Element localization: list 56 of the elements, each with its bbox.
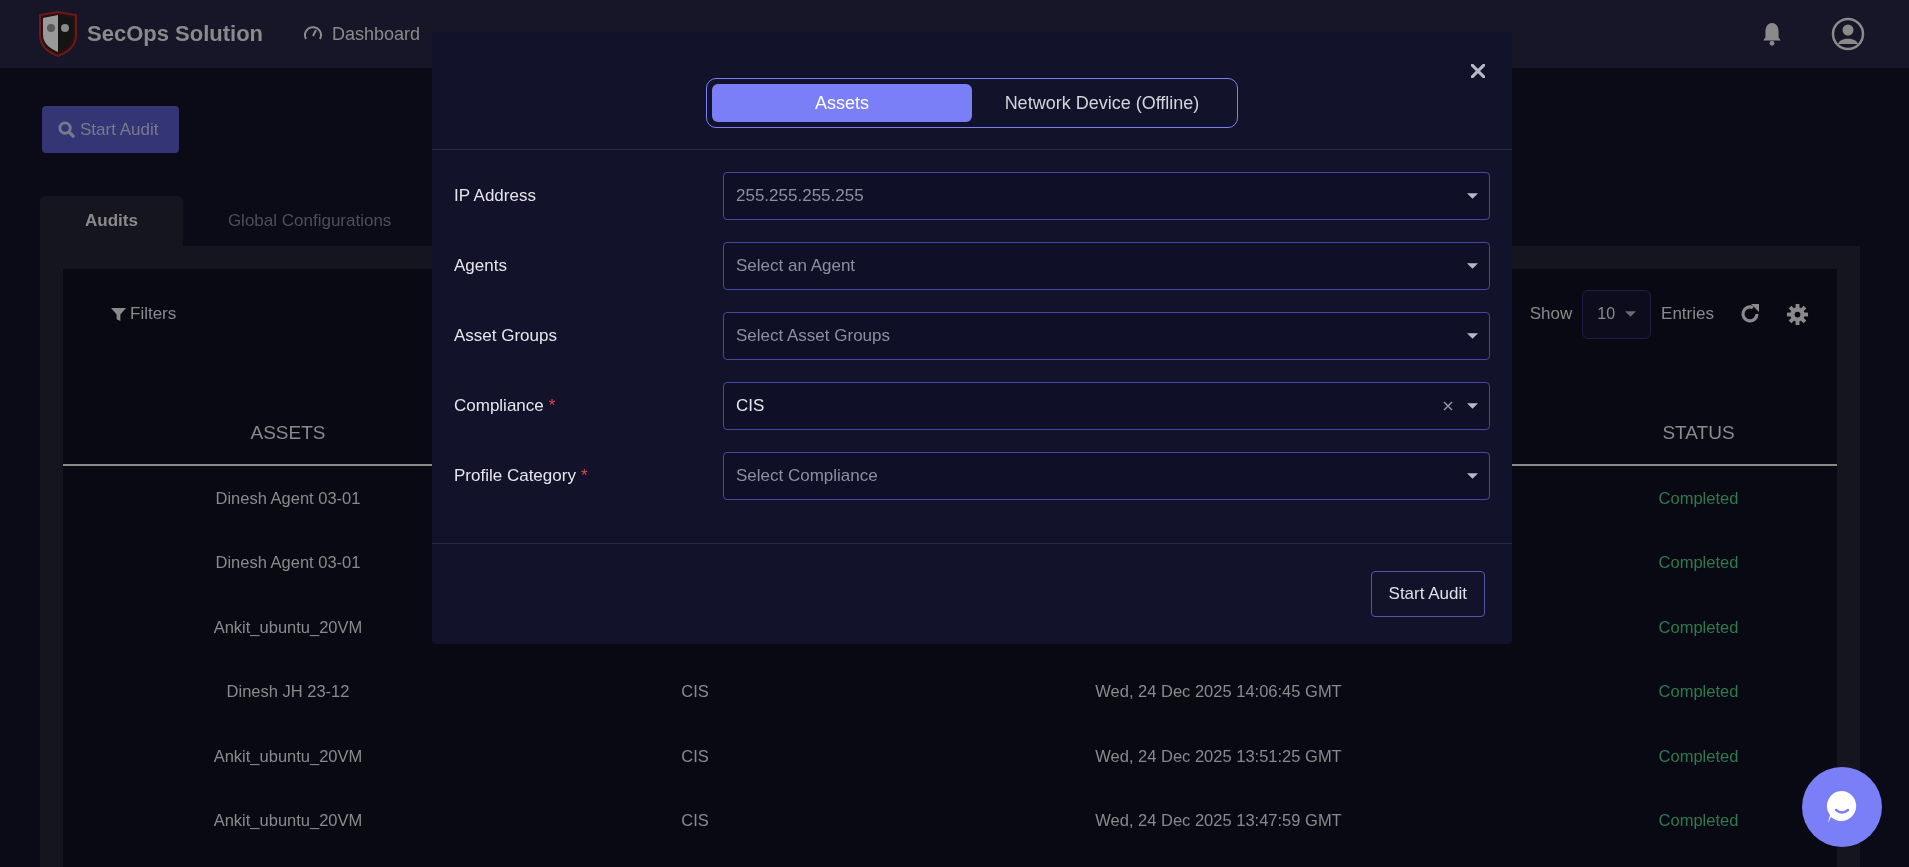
bell-icon[interactable] <box>1761 22 1783 46</box>
status-text: Completed <box>1658 553 1739 572</box>
select-field[interactable]: Select an Agent <box>723 242 1490 290</box>
column-header: ASSETS <box>250 422 326 443</box>
caret-icon <box>1467 333 1478 339</box>
table-cell: Wed, 24 Dec 2025 13:47:59 GMT <box>1095 811 1342 830</box>
start-audit-button[interactable]: Start Audit <box>1370 571 1485 617</box>
select-field[interactable]: Select Asset Groups <box>723 312 1490 360</box>
show-label: Show <box>1529 304 1573 324</box>
table-cell: Dinesh JH 23-12 <box>226 682 350 701</box>
select-field[interactable]: CIS <box>723 382 1490 430</box>
table-cell: Wed, 24 Dec 2025 14:06:45 GMT <box>1095 682 1342 701</box>
field-label: Profile Category <box>454 466 576 486</box>
toggle-option[interactable]: Network Device (Offline) <box>972 84 1232 122</box>
search-icon <box>58 121 75 138</box>
select-field[interactable]: 255.255.255.255 <box>723 172 1490 220</box>
table-cell: CIS <box>681 682 709 701</box>
page-size-select[interactable]: 10 <box>1582 289 1652 339</box>
caret-icon <box>1467 473 1478 479</box>
field-label: Agents <box>454 256 507 276</box>
nav-link[interactable]: Dashboard <box>303 23 421 45</box>
caret-icon <box>1467 193 1478 199</box>
status-text: Completed <box>1658 746 1739 765</box>
field-label: Compliance <box>454 396 544 416</box>
filters-button[interactable]: Filters <box>105 303 183 325</box>
column-header: STATUS <box>1662 422 1735 443</box>
table-cell: Dinesh Agent 03-01 <box>215 488 361 507</box>
table-cell: Ankit_ubuntu_20VM <box>213 811 363 830</box>
status-text: Completed <box>1658 617 1739 636</box>
refresh-icon[interactable] <box>1738 302 1762 326</box>
table-cell: Wed, 24 Dec 2025 13:51:25 GMT <box>1095 746 1342 765</box>
table-cell: CIS <box>681 746 709 765</box>
status-text: Completed <box>1658 811 1739 830</box>
entries-label: Entries <box>1661 304 1714 324</box>
status-text: Completed <box>1658 682 1739 701</box>
required-mark: * <box>580 466 588 486</box>
filter-icon <box>111 306 126 322</box>
status-text: Completed <box>1658 488 1739 507</box>
table-cell: Ankit_ubuntu_20VM <box>213 746 363 765</box>
shield-logo-icon <box>36 11 80 57</box>
clear-icon[interactable] <box>1443 401 1453 411</box>
table-cell: Ankit_ubuntu_20VM <box>213 617 363 636</box>
table-cell: Dinesh Agent 03-01 <box>215 553 361 572</box>
required-mark: * <box>548 396 556 416</box>
table-cell: CIS <box>681 811 709 830</box>
caret-icon <box>1625 311 1637 317</box>
caret-icon <box>1467 403 1478 409</box>
settings-icon[interactable] <box>1786 302 1809 326</box>
brand-name: SecOps Solution <box>87 21 264 47</box>
tab[interactable]: Audits <box>40 196 183 246</box>
field-label: IP Address <box>454 186 536 206</box>
select-field[interactable]: Select Compliance <box>723 452 1490 500</box>
field-label: Asset Groups <box>454 326 557 346</box>
toggle-option[interactable]: Assets <box>712 84 972 122</box>
close-icon[interactable] <box>1471 64 1485 78</box>
user-avatar-icon[interactable] <box>1831 17 1865 51</box>
